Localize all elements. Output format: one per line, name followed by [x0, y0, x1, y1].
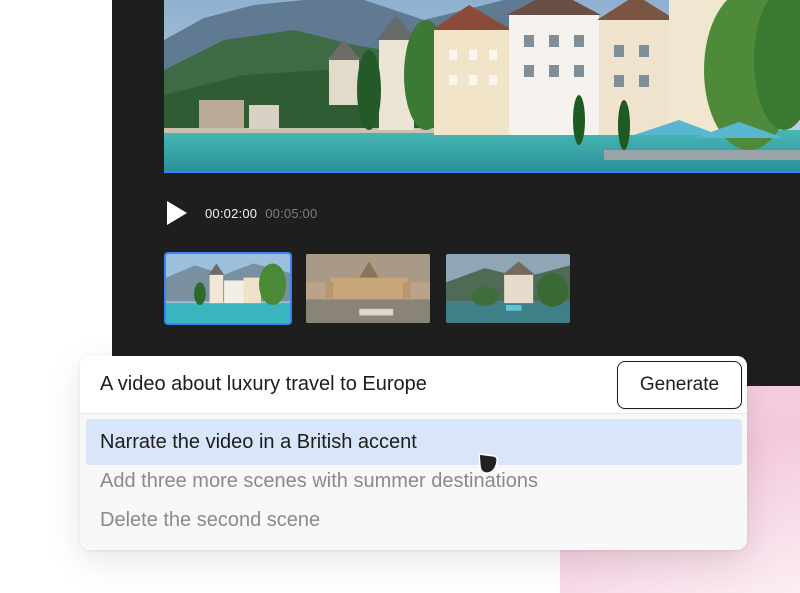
suggestion-list: Narrate the video in a British accent Ad… — [80, 414, 747, 550]
scene-3-image — [446, 254, 570, 323]
scene-2-image — [306, 254, 430, 323]
prompt-bar: A video about luxury travel to Europe Ge… — [80, 356, 747, 414]
generate-button[interactable]: Generate — [617, 361, 742, 409]
scene-thumbnails — [164, 252, 572, 325]
preview-image — [164, 0, 800, 171]
playback-controls: 00:02:00 00:05:00 — [166, 200, 317, 226]
suggestion-item-delete-scene[interactable]: Delete the second scene — [86, 497, 742, 543]
scene-1-image — [166, 254, 290, 323]
total-time: 00:05:00 — [265, 205, 318, 221]
scene-thumbnail-2[interactable] — [304, 252, 432, 325]
play-icon — [167, 201, 187, 225]
current-time: 00:02:00 — [205, 205, 258, 221]
mouse-cursor-icon — [478, 453, 498, 474]
scene-thumbnail-3[interactable] — [444, 252, 572, 325]
prompt-card: A video about luxury travel to Europe Ge… — [80, 356, 747, 550]
play-button[interactable] — [166, 200, 190, 226]
video-preview[interactable] — [164, 0, 800, 173]
scene-thumbnail-1[interactable] — [164, 252, 292, 325]
prompt-input[interactable]: A video about luxury travel to Europe — [100, 373, 427, 396]
